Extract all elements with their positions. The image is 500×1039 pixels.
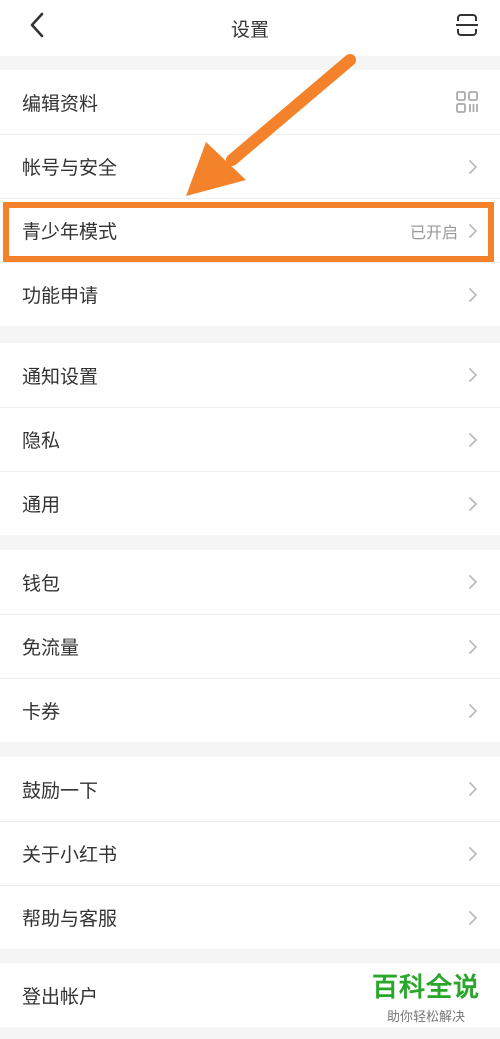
watermark-main-text: 百科全说 xyxy=(371,973,480,1003)
chevron-right-icon xyxy=(466,845,480,863)
settings-item-label: 编辑资料 xyxy=(22,92,99,115)
settings-item-coupons[interactable]: 卡券 xyxy=(0,678,500,742)
settings-item-label: 帐号与安全 xyxy=(22,157,118,179)
chevron-right-icon xyxy=(466,222,480,240)
settings-item-free-data[interactable]: 免流量 xyxy=(0,614,500,678)
settings-item-label: 钱包 xyxy=(22,572,61,595)
scan-button[interactable] xyxy=(450,10,484,44)
chevron-right-icon xyxy=(466,909,480,927)
qr-code-icon xyxy=(454,89,480,115)
settings-item-notifications[interactable]: 通知设置 xyxy=(0,343,500,407)
page-title: 设置 xyxy=(230,18,269,41)
settings-item-rate-app[interactable]: 鼓励一下 xyxy=(0,757,500,821)
settings-group-preferences: 通知设置 隐私 通用 xyxy=(0,343,500,535)
watermark-sub-text: 助你轻松解决 xyxy=(386,1010,465,1025)
settings-item-privacy[interactable]: 隐私 xyxy=(0,407,500,471)
settings-item-label: 鼓励一下 xyxy=(22,779,99,802)
chevron-right-icon xyxy=(466,286,480,304)
settings-item-label: 通用 xyxy=(22,494,61,516)
chevron-right-icon xyxy=(466,366,480,384)
back-button[interactable] xyxy=(22,10,52,44)
settings-item-label: 关于小红书 xyxy=(22,844,118,866)
settings-item-account-security[interactable]: 帐号与安全 xyxy=(0,134,500,198)
settings-item-label: 免流量 xyxy=(22,637,80,659)
settings-item-label: 帮助与客服 xyxy=(22,908,118,930)
chevron-left-icon xyxy=(28,12,46,42)
chevron-right-icon xyxy=(466,158,480,176)
settings-item-edit-profile[interactable]: 编辑资料 xyxy=(0,70,500,134)
settings-item-general[interactable]: 通用 xyxy=(0,471,500,535)
settings-item-about[interactable]: 关于小红书 xyxy=(0,821,500,885)
chevron-right-icon xyxy=(466,431,480,449)
chevron-right-icon xyxy=(466,638,480,656)
settings-screen: 设置 编辑资料 帐号与安全 青少年模式 已开启 功能申请 通知设置 隐私 通用 … xyxy=(0,0,500,1039)
settings-group-about: 鼓励一下 关于小红书 帮助与客服 xyxy=(0,757,500,949)
chevron-right-icon xyxy=(466,702,480,720)
watermark-logo: 百科全说 助你轻松解决 xyxy=(362,967,490,1031)
scan-icon xyxy=(454,12,480,42)
settings-item-teen-mode[interactable]: 青少年模式 已开启 xyxy=(0,198,500,262)
settings-group-wallet: 钱包 免流量 卡券 xyxy=(0,550,500,742)
settings-item-label: 功能申请 xyxy=(22,285,99,307)
nav-header: 设置 xyxy=(0,0,500,56)
settings-item-help[interactable]: 帮助与客服 xyxy=(0,885,500,949)
chevron-right-icon xyxy=(466,495,480,513)
settings-item-wallet[interactable]: 钱包 xyxy=(0,550,500,614)
settings-item-label: 隐私 xyxy=(22,430,61,452)
teen-mode-status: 已开启 xyxy=(409,222,458,242)
chevron-right-icon xyxy=(466,573,480,591)
settings-item-label: 卡券 xyxy=(22,701,61,723)
settings-item-label: 青少年模式 xyxy=(22,221,118,243)
settings-group-account: 编辑资料 帐号与安全 青少年模式 已开启 功能申请 xyxy=(0,70,500,326)
chevron-right-icon xyxy=(466,780,480,798)
settings-item-label: 通知设置 xyxy=(22,365,99,388)
settings-item-feature-request[interactable]: 功能申请 xyxy=(0,262,500,326)
